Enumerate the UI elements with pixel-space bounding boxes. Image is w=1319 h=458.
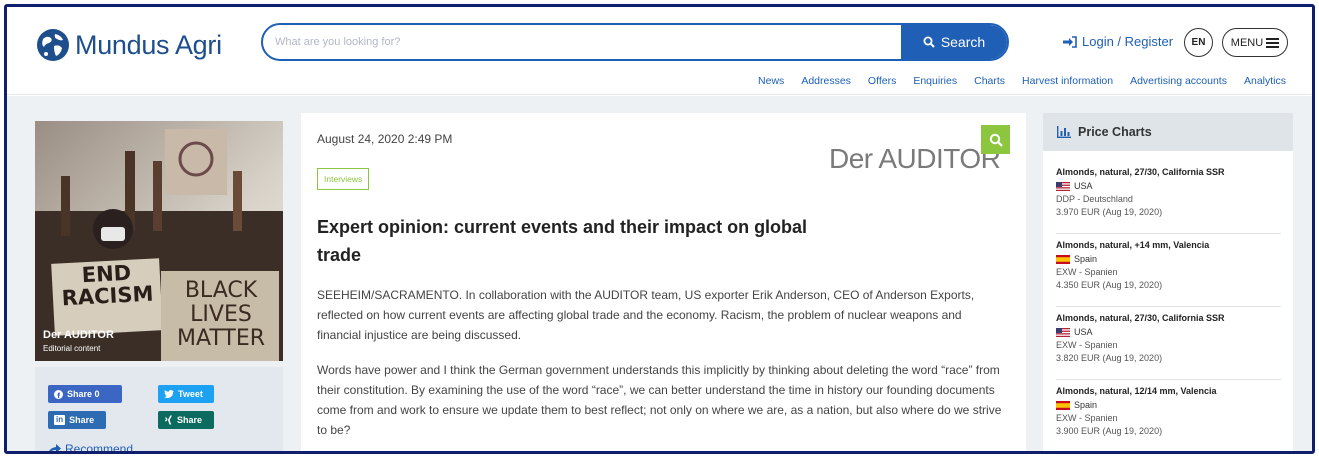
- facebook-share-button[interactable]: Share 0: [48, 385, 122, 403]
- search-icon: [923, 36, 935, 48]
- logo-text: Mundus Agri: [75, 29, 222, 60]
- price-item-country-name: Spain: [1074, 254, 1098, 264]
- twitter-tweet-button[interactable]: Tweet: [158, 385, 214, 403]
- nav-news[interactable]: News: [758, 75, 784, 87]
- spain-flag-icon: [1056, 400, 1070, 410]
- spain-flag-icon: [1056, 254, 1070, 264]
- twitter-icon: [164, 390, 174, 398]
- price-charts-header[interactable]: Price Charts: [1043, 113, 1293, 151]
- price-item-name: Almonds, natural, +14 mm, Valencia: [1056, 240, 1210, 250]
- price-item-terms: EXW - Spanien: [1056, 413, 1118, 423]
- globe-icon: [37, 29, 69, 61]
- share-box: Share 0 Tweet in Share Share Recommend: [35, 367, 283, 454]
- search-input[interactable]: [275, 25, 915, 59]
- language-button[interactable]: EN: [1184, 28, 1213, 57]
- search-button-label: Search: [940, 34, 986, 50]
- nav-enquiries[interactable]: Enquiries: [913, 75, 957, 87]
- usa-flag-icon: [1056, 181, 1070, 191]
- recommend-label: Recommend: [65, 442, 134, 454]
- article-paragraph: SEEHEIM/SACRAMENTO. In collaboration wit…: [317, 288, 975, 342]
- price-item[interactable]: Almonds, natural, +14 mm, Valencia Spain…: [1056, 234, 1281, 307]
- article-category-tag[interactable]: Interviews: [317, 168, 370, 190]
- article-paragraph: Words have power and I think the German …: [317, 363, 1002, 437]
- site-header: Mundus Agri Search Login / Register EN M…: [7, 7, 1312, 95]
- share-arrow-icon: [49, 444, 61, 451]
- price-item-terms: DDP - Deutschland: [1056, 194, 1133, 204]
- nav-addresses[interactable]: Addresses: [801, 75, 851, 87]
- article-hero-image[interactable]: END RACISM BLACK LIVES MATTER Der AUDITO…: [35, 121, 283, 361]
- usa-flag-icon: [1056, 327, 1070, 337]
- price-item-country: USA: [1056, 327, 1281, 337]
- hero-caption: Der AUDITOR Editorial content: [43, 329, 114, 353]
- hamburger-icon: [1266, 37, 1280, 48]
- price-item-country-name: Spain: [1074, 400, 1098, 410]
- article-card: August 24, 2020 2:49 PM Der AUDITOR Inte…: [301, 113, 1026, 451]
- hero-note: Editorial content: [43, 344, 101, 353]
- nav-advertising-accounts[interactable]: Advertising accounts: [1130, 75, 1227, 87]
- main-nav: News Addresses Offers Enquiries Charts H…: [758, 75, 1286, 87]
- price-item-country-name: USA: [1074, 327, 1093, 337]
- price-item-terms: EXW - Spanien: [1056, 267, 1118, 277]
- sign-black-lives-matter: BLACK LIVES MATTER: [177, 278, 265, 351]
- price-item-country: Spain: [1056, 254, 1281, 264]
- price-item-country: Spain: [1056, 400, 1281, 410]
- article-date: August 24, 2020 2:49 PM: [317, 132, 453, 146]
- article-headline: Expert opinion: current events and their…: [317, 217, 808, 265]
- nav-offers[interactable]: Offers: [868, 75, 896, 87]
- menu-button[interactable]: MENU: [1222, 28, 1288, 57]
- publisher-logo: Der AUDITOR: [829, 143, 1001, 174]
- xing-share-button[interactable]: Share: [158, 411, 214, 429]
- price-item-value: 3.900 EUR (Aug 19, 2020): [1056, 426, 1163, 436]
- price-item-terms: EXW - Spanien: [1056, 340, 1118, 350]
- linkedin-icon: in: [54, 415, 66, 425]
- linkedin-share-button[interactable]: in Share: [48, 411, 106, 429]
- xing-icon: [164, 415, 172, 425]
- facebook-share-label: Share 0: [67, 389, 100, 399]
- price-charts-title: Price Charts: [1078, 125, 1152, 139]
- login-label: Login / Register: [1082, 34, 1174, 49]
- recommend-link[interactable]: Recommend: [48, 442, 134, 454]
- publisher-search-button[interactable]: [981, 125, 1010, 154]
- price-item-country-name: USA: [1074, 181, 1093, 191]
- login-register-link[interactable]: Login / Register: [1062, 34, 1173, 49]
- price-item[interactable]: Almonds, natural, 27/30, California SSR …: [1056, 307, 1281, 380]
- price-item[interactable]: Almonds, natural, 12/14 mm, Valencia Spa…: [1056, 380, 1281, 451]
- site-logo[interactable]: Mundus Agri: [35, 25, 222, 65]
- sign-end-racism: END RACISM: [61, 260, 154, 311]
- twitter-tweet-label: Tweet: [178, 389, 203, 399]
- linkedin-share-label: Share: [69, 415, 95, 425]
- login-icon: [1063, 35, 1077, 48]
- price-item-value: 4.350 EUR (Aug 19, 2020): [1056, 280, 1163, 290]
- search-bar: Search: [261, 23, 1009, 61]
- bar-chart-icon: [1057, 126, 1071, 138]
- price-charts-panel: Price Charts Almonds, natural, 27/30, Ca…: [1043, 113, 1293, 451]
- browser-frame: Mundus Agri Search Login / Register EN M…: [4, 4, 1315, 454]
- search-button[interactable]: Search: [901, 25, 1007, 59]
- facebook-icon: [54, 389, 63, 399]
- menu-label: MENU: [1230, 36, 1264, 49]
- hero-source: Der AUDITOR: [43, 329, 114, 341]
- price-item-value: 3.970 EUR (Aug 19, 2020): [1056, 207, 1163, 217]
- nav-charts[interactable]: Charts: [974, 75, 1005, 87]
- price-item-name: Almonds, natural, 27/30, California SSR: [1056, 313, 1225, 323]
- nav-harvest-information[interactable]: Harvest information: [1022, 75, 1113, 87]
- price-item-name: Almonds, natural, 12/14 mm, Valencia: [1056, 386, 1217, 396]
- price-item[interactable]: Almonds, natural, 27/30, California SSR …: [1056, 161, 1281, 234]
- nav-analytics[interactable]: Analytics: [1244, 75, 1286, 87]
- price-item-country: USA: [1056, 181, 1281, 191]
- price-item-value: 3.820 EUR (Aug 19, 2020): [1056, 353, 1163, 363]
- price-item-name: Almonds, natural, 27/30, California SSR: [1056, 167, 1225, 177]
- xing-share-label: Share: [177, 415, 203, 425]
- search-icon: [989, 133, 1003, 147]
